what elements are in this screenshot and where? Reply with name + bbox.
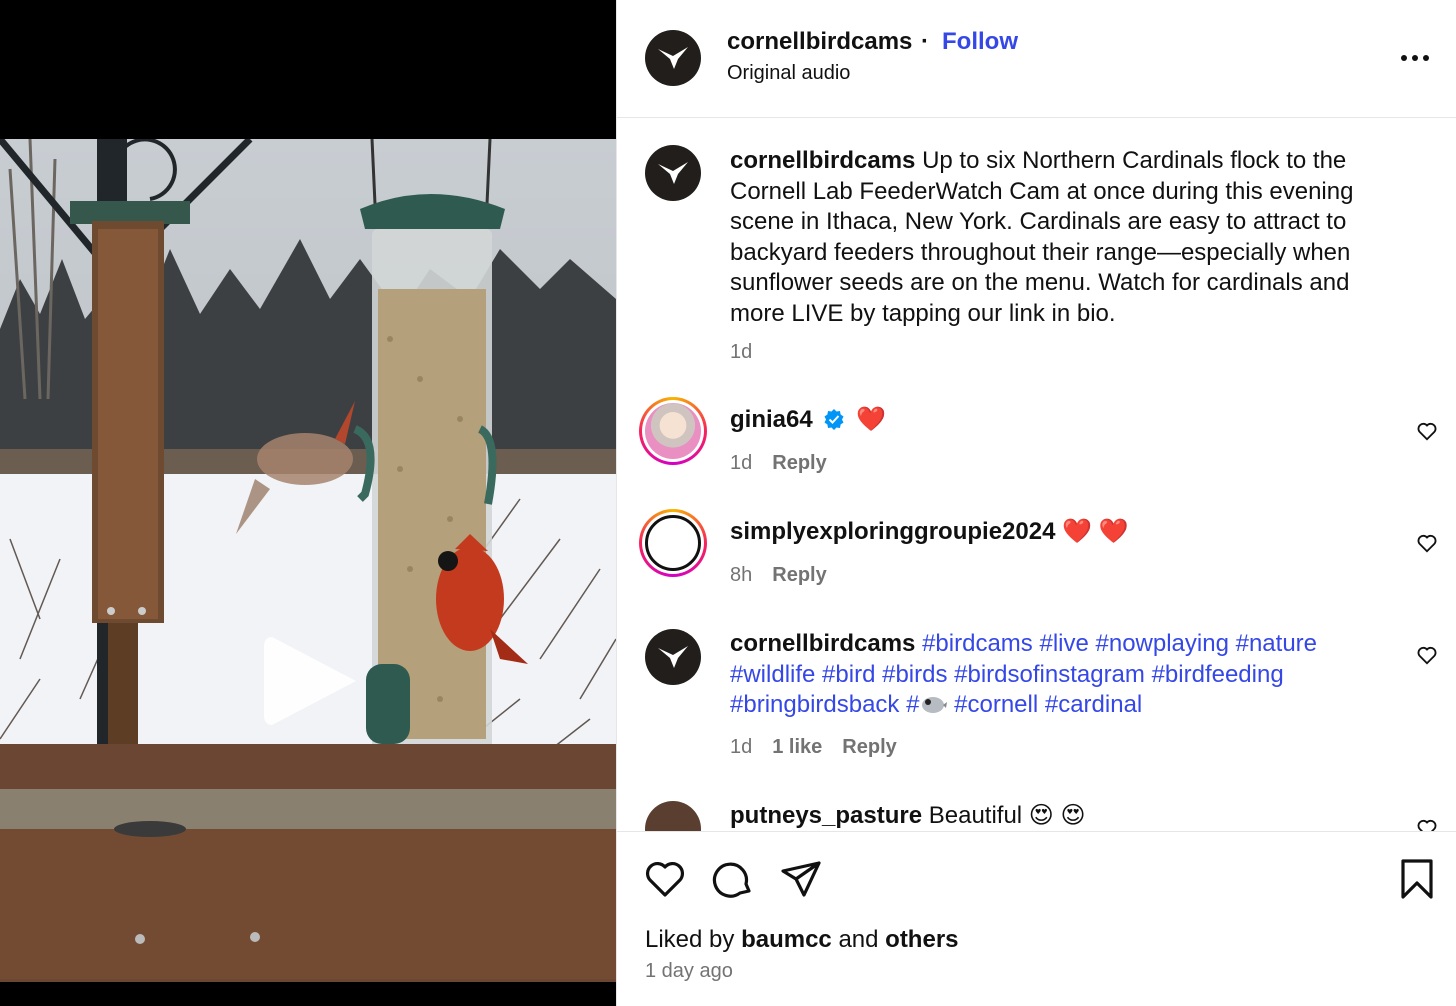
reply-button[interactable]: Reply [772,564,826,587]
liked-by-and: and [838,926,879,953]
comment-username[interactable]: simplyexploringgroupie2024 [730,518,1055,545]
more-options-icon [1401,55,1429,61]
comment-item: ginia64 ❤️ 1d Reply [617,395,1456,495]
video-frame[interactable] [0,139,616,982]
post-date[interactable]: 1 day ago [645,960,733,983]
play-button[interactable] [258,627,366,735]
hashtag-link[interactable]: #birdsofinstagram [954,661,1145,688]
comment-likes[interactable]: 1 like [772,736,822,759]
hashtag-link[interactable]: #live [1039,630,1088,657]
comment-text: putneys_pasture Beautiful 😍 😍 [730,801,1390,831]
heart-icon[interactable] [643,857,687,901]
reply-button[interactable]: Reply [842,736,896,759]
hashtag-link[interactable]: #nature [1236,630,1317,657]
bookmark-icon[interactable] [1395,857,1439,901]
liked-by-user[interactable]: baumcc [741,926,832,953]
comment-username[interactable]: ginia64 [730,406,813,433]
bird-logo-icon [658,646,688,668]
post-header: cornellbirdcams · Follow Original audio [617,0,1456,118]
bird-logo-icon [658,47,688,69]
hashtag-link[interactable]: #birdcams [922,630,1033,657]
hashtag-link[interactable]: #nowplaying [1096,630,1229,657]
comment-body: ❤️ ❤️ [1062,518,1129,545]
audio-label[interactable]: Original audio [727,62,850,85]
comment-time: 1d [730,452,753,474]
hashtag-link[interactable]: #bird [822,661,875,688]
separator-dot: · [921,28,929,55]
comment-time: 1d [730,736,753,758]
author-username[interactable]: cornellbirdcams [727,28,912,56]
like-comment-icon[interactable] [1416,532,1438,554]
comment-text: ginia64 ❤️ [730,405,1390,436]
comment-body: Beautiful 😍 😍 [928,802,1086,829]
commenter-avatar[interactable] [639,509,707,577]
comment-meta: 1d Reply [730,452,827,475]
play-icon [264,637,356,725]
post-actions: Liked by baumcc and others 1 day ago [617,831,1456,1006]
hashtag-link[interactable]: #bringbirdsback [730,691,899,718]
comment-body: ❤️ [856,406,886,433]
hashtag-link[interactable]: # [906,691,948,718]
caption-time: 1d [730,341,753,363]
caption-meta: 1d [730,341,752,364]
comments-list[interactable]: cornellbirdcams Up to six Northern Cardi… [617,119,1456,831]
comment-item: simplyexploringgroupie2024 ❤️ ❤️ 8h Repl… [617,507,1456,607]
like-comment-icon[interactable] [1416,644,1438,666]
comment-meta: 8h Reply [730,564,827,587]
commenter-avatar[interactable] [645,629,701,685]
post-caption: cornellbirdcams Up to six Northern Cardi… [617,119,1456,379]
hashtag-link[interactable]: #cornell [954,691,1038,718]
hashtag-link[interactable]: #birdfeeding [1152,661,1284,688]
share-icon[interactable] [779,857,823,901]
comment-text: simplyexploringgroupie2024 ❤️ ❤️ [730,517,1390,548]
hashtag-link[interactable]: #wildlife [730,661,815,688]
author-avatar[interactable] [645,30,701,86]
comment-item: putneys_pasture Beautiful 😍 😍 [617,799,1456,831]
verified-badge-icon [824,409,844,430]
like-comment-icon[interactable] [1416,817,1438,831]
bird-logo-icon [658,162,688,184]
liked-by-others[interactable]: others [885,926,958,953]
follow-button[interactable]: Follow [942,28,1018,56]
reply-button[interactable]: Reply [772,452,826,475]
liked-by-prefix: Liked by [645,926,735,953]
comment-username[interactable]: putneys_pasture [730,802,922,829]
commenter-avatar[interactable] [639,397,707,465]
liked-by-summary: Liked by baumcc and others [645,926,959,954]
comment-time: 8h [730,564,753,586]
video-player[interactable] [0,0,616,1006]
comment-username[interactable]: cornellbirdcams [730,630,915,657]
post-panel: cornellbirdcams · Follow Original audio … [616,0,1456,1006]
caption-text: cornellbirdcams Up to six Northern Cardi… [730,146,1390,329]
commenter-avatar[interactable] [645,801,701,831]
caption-username[interactable]: cornellbirdcams [730,147,915,174]
comment-icon[interactable] [711,857,755,901]
more-options-button[interactable] [1397,46,1433,70]
comment-item: cornellbirdcams #birdcams #live #nowplay… [617,619,1456,779]
hashtag-link[interactable]: #cardinal [1045,691,1142,718]
video-still-image [0,139,616,982]
like-comment-icon[interactable] [1416,420,1438,442]
bird-emoji-icon [922,697,948,713]
comment-meta: 1d 1 like Reply [730,736,897,759]
hashtag-link[interactable]: #birds [882,661,947,688]
caption-avatar[interactable] [645,145,701,201]
hashtag-prefix: # [906,691,920,718]
comment-text: cornellbirdcams #birdcams #live #nowplay… [730,629,1350,721]
